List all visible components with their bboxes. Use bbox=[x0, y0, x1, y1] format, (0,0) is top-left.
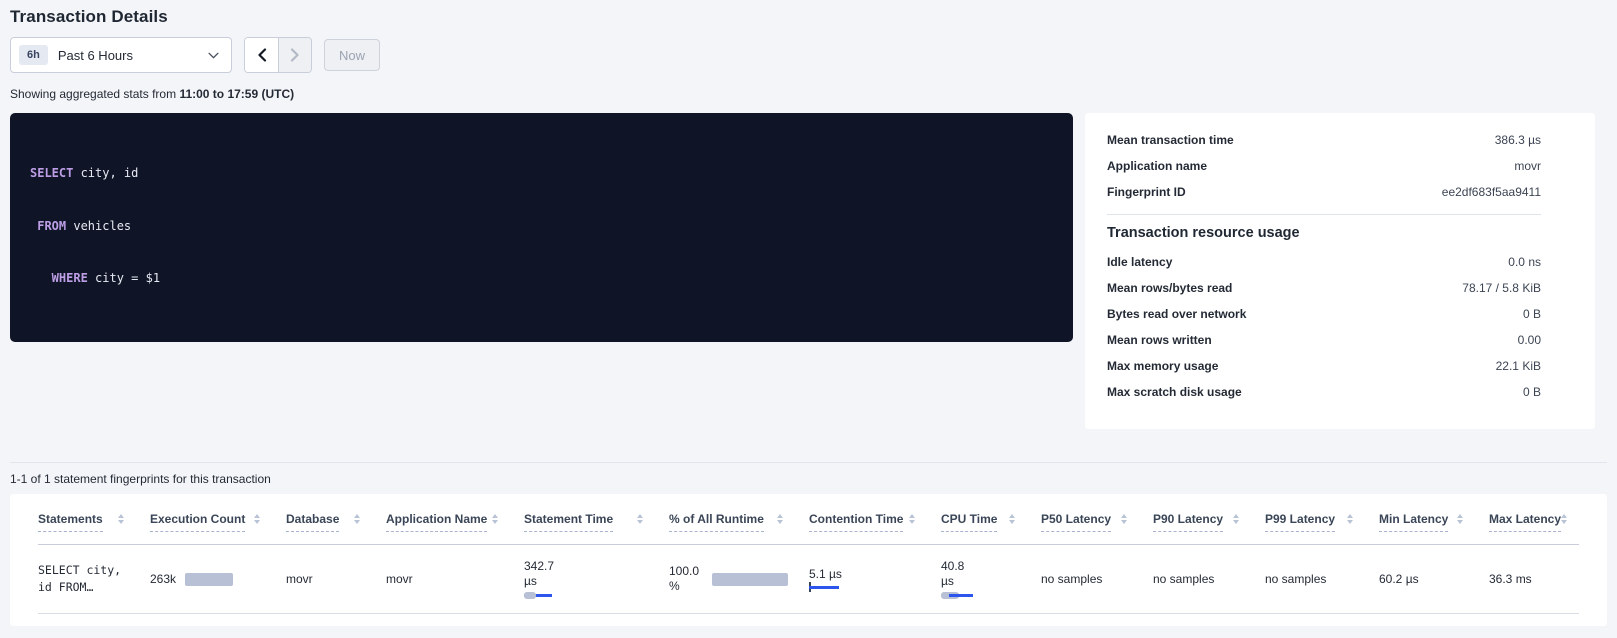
sort-icon[interactable] bbox=[1457, 514, 1463, 524]
time-nav-group bbox=[244, 37, 312, 73]
pct-runtime-bar bbox=[712, 573, 788, 586]
statement-time-bar bbox=[524, 592, 558, 600]
sort-icon[interactable] bbox=[777, 514, 783, 524]
sort-icon[interactable] bbox=[637, 514, 643, 524]
sql-statement-box: SELECT city, id FROM vehicles WHERE city… bbox=[10, 113, 1073, 342]
sql-line: FROM vehicles bbox=[30, 218, 1053, 236]
cell-execution-count: 263k bbox=[150, 545, 286, 613]
chevron-down-icon bbox=[208, 52, 219, 59]
sort-icon[interactable] bbox=[492, 514, 498, 524]
page-title: Transaction Details bbox=[10, 0, 1607, 27]
column-header-min-latency[interactable]: Min Latency bbox=[1379, 494, 1489, 544]
time-range-badge: 6h bbox=[19, 45, 48, 65]
column-header-pct-of-all-runtime[interactable]: % of All Runtime bbox=[669, 494, 809, 544]
summary-divider bbox=[1107, 214, 1541, 215]
column-header-statement-time[interactable]: Statement Time bbox=[524, 494, 669, 544]
column-header-statements[interactable]: Statements bbox=[38, 494, 150, 544]
time-toolbar: 6h Past 6 Hours Now bbox=[10, 37, 1607, 73]
sort-icon[interactable] bbox=[1121, 514, 1127, 524]
cell-min-latency: 60.2 µs bbox=[1379, 545, 1489, 613]
fingerprints-caption: 1-1 of 1 statement fingerprints for this… bbox=[10, 472, 1607, 486]
contention-time-bar bbox=[809, 584, 841, 592]
cell-application-name: movr bbox=[386, 545, 524, 613]
cell-pct-of-all-runtime: 100.0 % bbox=[669, 545, 809, 613]
cell-contention-time: 5.1 µs bbox=[809, 545, 941, 613]
sql-line: SELECT city, id bbox=[30, 165, 1053, 183]
column-header-max-latency[interactable]: Max Latency bbox=[1489, 494, 1593, 544]
sort-icon[interactable] bbox=[354, 514, 360, 524]
transaction-details-page: Transaction Details 6h Past 6 Hours Now … bbox=[0, 0, 1617, 626]
cell-statement-time: 342.7 µs bbox=[524, 545, 669, 613]
cell-max-latency: 36.3 ms bbox=[1489, 545, 1579, 613]
sort-icon[interactable] bbox=[1233, 514, 1239, 524]
stats-line-prefix: Showing aggregated stats from bbox=[10, 87, 179, 101]
summary-row-mean-transaction-time: Mean transaction time 386.3 µs bbox=[1107, 127, 1541, 153]
transaction-summary-panel: Mean transaction time 386.3 µs Applicati… bbox=[1085, 113, 1595, 429]
summary-row-mean-rows-written: Mean rows written 0.00 bbox=[1107, 327, 1541, 353]
summary-row-idle-latency: Idle latency 0.0 ns bbox=[1107, 249, 1541, 275]
cell-p50-latency: no samples bbox=[1041, 545, 1153, 613]
column-header-p90-latency[interactable]: P90 Latency bbox=[1153, 494, 1265, 544]
chevron-left-icon bbox=[257, 48, 267, 62]
time-range-label: Past 6 Hours bbox=[58, 48, 208, 63]
aggregated-stats-line: Showing aggregated stats from 11:00 to 1… bbox=[10, 87, 1607, 101]
sort-icon[interactable] bbox=[118, 514, 124, 524]
cell-p90-latency: no samples bbox=[1153, 545, 1265, 613]
sort-icon[interactable] bbox=[1347, 514, 1353, 524]
sort-icon[interactable] bbox=[909, 514, 915, 524]
now-button[interactable]: Now bbox=[324, 39, 380, 71]
section-divider bbox=[10, 462, 1607, 463]
cell-cpu-time: 40.8 µs bbox=[941, 545, 1041, 613]
summary-row-max-memory-usage: Max memory usage 22.1 KiB bbox=[1107, 353, 1541, 379]
summary-row-max-scratch-disk-usage: Max scratch disk usage 0 B bbox=[1107, 379, 1541, 405]
statements-table: Statements Execution Count Database Appl… bbox=[10, 494, 1607, 626]
sort-icon[interactable] bbox=[1009, 514, 1015, 524]
chevron-right-icon bbox=[290, 48, 300, 62]
summary-row-fingerprint-id: Fingerprint ID ee2df683f5aa9411 bbox=[1107, 179, 1541, 205]
sort-icon[interactable] bbox=[254, 514, 260, 524]
summary-row-bytes-read-over-network: Bytes read over network 0 B bbox=[1107, 301, 1541, 327]
next-time-button[interactable] bbox=[278, 38, 311, 72]
table-row: SELECT city, id FROM… 263k movr movr 342… bbox=[38, 545, 1579, 614]
cpu-time-bar bbox=[941, 592, 975, 600]
sort-icon[interactable] bbox=[1561, 514, 1567, 524]
column-header-application-name[interactable]: Application Name bbox=[386, 494, 524, 544]
cell-statements[interactable]: SELECT city, id FROM… bbox=[38, 545, 150, 613]
column-header-database[interactable]: Database bbox=[286, 494, 386, 544]
column-header-cpu-time[interactable]: CPU Time bbox=[941, 494, 1041, 544]
main-content-row: SELECT city, id FROM vehicles WHERE city… bbox=[10, 113, 1607, 429]
summary-row-mean-rows-bytes-read: Mean rows/bytes read 78.17 / 5.8 KiB bbox=[1107, 275, 1541, 301]
time-range-dropdown[interactable]: 6h Past 6 Hours bbox=[10, 37, 232, 73]
execution-count-bar bbox=[185, 573, 233, 586]
prev-time-button[interactable] bbox=[245, 38, 278, 72]
column-header-p50-latency[interactable]: P50 Latency bbox=[1041, 494, 1153, 544]
summary-row-application-name: Application name movr bbox=[1107, 153, 1541, 179]
stats-line-range: 11:00 to 17:59 (UTC) bbox=[179, 87, 294, 101]
cell-database: movr bbox=[286, 545, 386, 613]
resource-usage-title: Transaction resource usage bbox=[1107, 225, 1541, 241]
table-header-row: Statements Execution Count Database Appl… bbox=[38, 494, 1579, 545]
cell-p99-latency: no samples bbox=[1265, 545, 1379, 613]
column-header-execution-count[interactable]: Execution Count bbox=[150, 494, 286, 544]
column-header-contention-time[interactable]: Contention Time bbox=[809, 494, 941, 544]
column-header-p99-latency[interactable]: P99 Latency bbox=[1265, 494, 1379, 544]
sql-line: WHERE city = $1 bbox=[30, 270, 1053, 288]
